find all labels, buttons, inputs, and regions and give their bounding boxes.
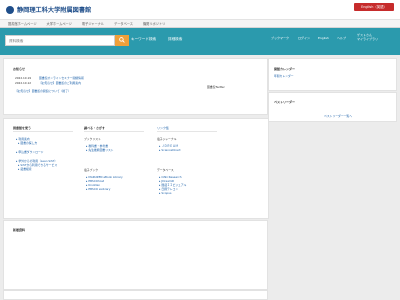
site-logo[interactable]: 静岡理工科大学附属図書館 [6, 5, 91, 14]
recommended-link[interactable]: 先生推薦図書リスト [86, 148, 113, 152]
bestreader-panel: ベストリーダー ベストリーダー一覧へ [268, 92, 397, 122]
login-link[interactable]: ログイン [298, 36, 310, 40]
notice-title: お知らせ [13, 67, 25, 71]
new-items-panel: 新着資料 [3, 220, 268, 290]
notice-link[interactable]: 【お知らせ】図書館のご利用案内 [39, 81, 81, 85]
site-header: 静岡理工科大学附属図書館 English（英語） [0, 0, 400, 19]
mylibrary-link[interactable]: マイライブラリ [357, 37, 378, 41]
links-panel: 図書館を使う 利用案内 図書の探し方 申込書ダウンロード 学外からの利用（Lea… [3, 118, 269, 219]
database-title: データベース [157, 168, 174, 172]
nav-item-university[interactable]: 大学ホームページ [47, 21, 72, 26]
twitter-link[interactable]: 図書館Twitter [207, 85, 225, 89]
calendar-title: 開館カレンダー [274, 67, 296, 71]
notice-date: 2022.10.12 [15, 81, 32, 85]
links-title[interactable]: リンク集 [157, 126, 169, 130]
nav-item-ejournal[interactable]: 電子ジャーナル [82, 21, 104, 26]
booklist-title: ブックリスト [84, 137, 101, 141]
database-link[interactable]: Scopus [159, 191, 171, 195]
english-button[interactable]: English（英語） [354, 3, 394, 11]
notice-date: 2022.10.19 [15, 76, 32, 80]
ebook-title: 電子ブック [84, 168, 98, 172]
bestreader-title: ベストリーダー [274, 100, 296, 104]
search-bar: キーワード検索 詳細検索 ブックマーク ログイン English ヘルプ ゲスト… [0, 28, 400, 55]
top-nav: 図書館ホームページ 大学ホームページ 電子ジャーナル データベース 機関リポジト… [0, 19, 400, 28]
user-menu[interactable]: ゲストさん マイライブラリ [357, 33, 378, 42]
search-button[interactable] [115, 35, 129, 46]
bestreader-link[interactable]: ベストリーダー一覧へ [324, 114, 352, 118]
calendar-link[interactable]: 年間カレンダー [274, 74, 294, 78]
bottom-panel [3, 290, 268, 300]
search-input[interactable] [5, 35, 115, 46]
logo-icon [6, 5, 14, 14]
new-items-title: 新着資料 [13, 228, 26, 232]
download-link[interactable]: 申込書ダウンロード [16, 150, 43, 154]
advanced-search-link[interactable]: 詳細検索 [168, 37, 182, 42]
catalog-link[interactable]: 蔵書検索 [18, 167, 31, 171]
nav-item-library[interactable]: 図書館ホームページ [8, 21, 37, 26]
keyword-search-link[interactable]: キーワード検索 [131, 37, 156, 42]
use-library-title: 図書館を使う [13, 126, 32, 130]
nav-item-database[interactable]: データベース [114, 21, 133, 26]
english-link[interactable]: English [318, 36, 329, 40]
notice-panel: お知らせ 2022.10.19 図書館オンラインセミナー開催情報 2022.10… [3, 58, 268, 115]
search-icon [119, 37, 125, 43]
calendar-panel: 開館カレンダー 年間カレンダー [268, 58, 397, 91]
bookmark-link[interactable]: ブックマーク [271, 36, 289, 40]
help-link[interactable]: ヘルプ [337, 36, 346, 40]
notice-link-archive[interactable]: 【お知らせ】図書館の開館について（終了） [15, 89, 71, 93]
site-title: 静岡理工科大学附属図書館 [17, 7, 92, 14]
ejournal-title: 電子ジャーナル [157, 137, 177, 141]
notice-link[interactable]: 図書館オンラインセミナー開催情報 [39, 76, 84, 80]
howto-link[interactable]: 図書の探し方 [18, 141, 37, 145]
nav-item-repository[interactable]: 機関リポジトリ [143, 21, 165, 26]
ebook-link[interactable]: EBSCO eLibrary [86, 187, 110, 191]
ejournal-link[interactable]: ScienceDirect [159, 148, 180, 152]
search-title: 調べる・さがす [84, 126, 106, 130]
